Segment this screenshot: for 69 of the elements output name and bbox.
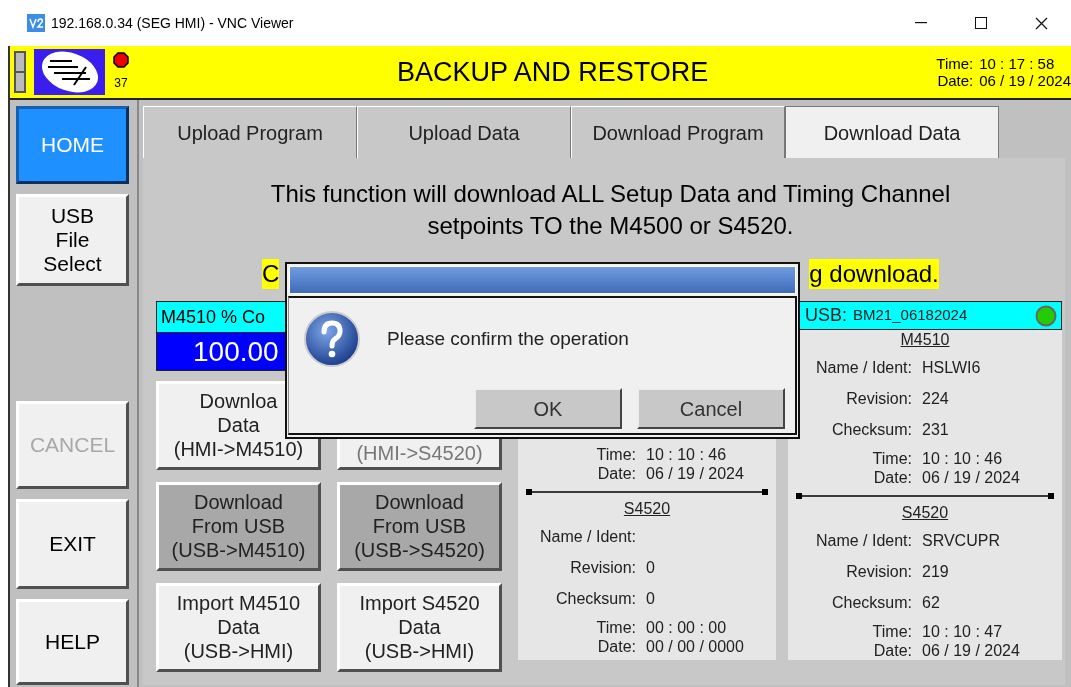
action-button[interactable]: Import M4510 Data (USB->HMI)	[156, 583, 321, 672]
alarm-icon	[113, 52, 129, 68]
field-label: Date:	[596, 637, 636, 656]
field-value: 10 : 10 : 47	[922, 622, 1004, 641]
field-value: 06 / 19 / 2024	[646, 464, 745, 483]
field-label: Name / Ident:	[814, 358, 912, 378]
minimize-icon	[915, 22, 927, 24]
field-value: 06 / 19 / 2024	[922, 468, 1021, 487]
alarm-count: 37	[114, 75, 128, 92]
date-value: 06 / 19 / 2024	[979, 72, 1071, 89]
field-label: Time:	[871, 449, 912, 468]
sidebar-button[interactable]: EXIT	[16, 499, 129, 589]
field-label: Name / Ident:	[814, 531, 912, 551]
section-title: S4520	[622, 499, 672, 519]
field-value: 06 / 19 / 2024	[922, 641, 1021, 660]
field-value: 00 : 00 : 00	[646, 618, 728, 637]
field-label: Revision:	[569, 558, 636, 578]
field-value: 231	[922, 420, 950, 440]
cancel-button[interactable]: Cancel	[637, 388, 785, 429]
tab[interactable]: Upload Program	[143, 106, 357, 158]
tab[interactable]: Upload Data	[357, 106, 571, 158]
field-label: Time:	[595, 445, 636, 464]
field-value: 0	[646, 558, 656, 578]
window-title: 192.168.0.34 (SEG HMI) - VNC Viewer	[51, 13, 294, 33]
screen-title: BACKUP AND RESTORE	[396, 55, 710, 89]
field-value: 0	[646, 589, 656, 609]
field-label: Checksum:	[554, 589, 636, 609]
field-label: Revision:	[845, 389, 912, 409]
field-label: Checksum:	[830, 593, 912, 613]
field-label: Time:	[595, 618, 636, 637]
ok-button[interactable]: OK	[474, 388, 622, 429]
field-label: Name / Ident:	[538, 527, 636, 547]
warning-text: C	[262, 259, 280, 289]
usb-label: USB:	[805, 304, 847, 327]
close-icon	[1034, 16, 1048, 30]
field-value: 224	[922, 389, 950, 409]
question-icon	[303, 310, 361, 368]
sidebar-button[interactable]: HELP	[16, 599, 129, 685]
usb-name: BM21_06182024	[853, 305, 968, 326]
field-label: Date:	[596, 464, 636, 483]
company-logo	[34, 49, 105, 95]
time-value: 10 : 17 : 58	[979, 55, 1056, 72]
field-value: 10 : 10 : 46	[646, 445, 728, 464]
field-label: Date:	[872, 468, 912, 487]
field-value: 62	[922, 593, 941, 613]
instruction-text: This function will download ALL Setup Data and Timing Channel setpoints TO the M4500 or S4520.	[269, 179, 952, 241]
tab[interactable]: Download Program	[571, 106, 785, 158]
field-value: 219	[922, 562, 950, 582]
action-button[interactable]: Import S4520 Data (USB->HMI)	[337, 583, 502, 672]
action-button[interactable]: Download From USB (USB->M4510)	[156, 482, 321, 571]
field-value: HSLWI6	[922, 358, 982, 378]
field-label: Time:	[871, 622, 912, 641]
field-label: Revision:	[845, 562, 912, 582]
app-icon	[27, 14, 45, 32]
sidebar-button[interactable]: USB File Select	[16, 194, 129, 286]
section-title: M4510	[899, 330, 951, 350]
section-title: S4520	[900, 503, 950, 523]
field-value: 00 / 00 / 0000	[646, 637, 745, 656]
field-label: Checksum:	[830, 420, 912, 440]
field-value: SRVCUPR	[922, 531, 1001, 551]
date-label: Date:	[936, 72, 974, 89]
field-label: Date:	[872, 641, 912, 660]
field-value: 10 : 10 : 46	[922, 449, 1004, 468]
action-button[interactable]: Download From USB (USB->S4520)	[337, 482, 502, 571]
tab[interactable]: Download Data	[785, 106, 999, 158]
grip-icon	[14, 51, 26, 93]
warning-text: g download.	[809, 259, 939, 289]
time-label: Time:	[936, 55, 974, 72]
maximize-icon	[975, 17, 987, 29]
